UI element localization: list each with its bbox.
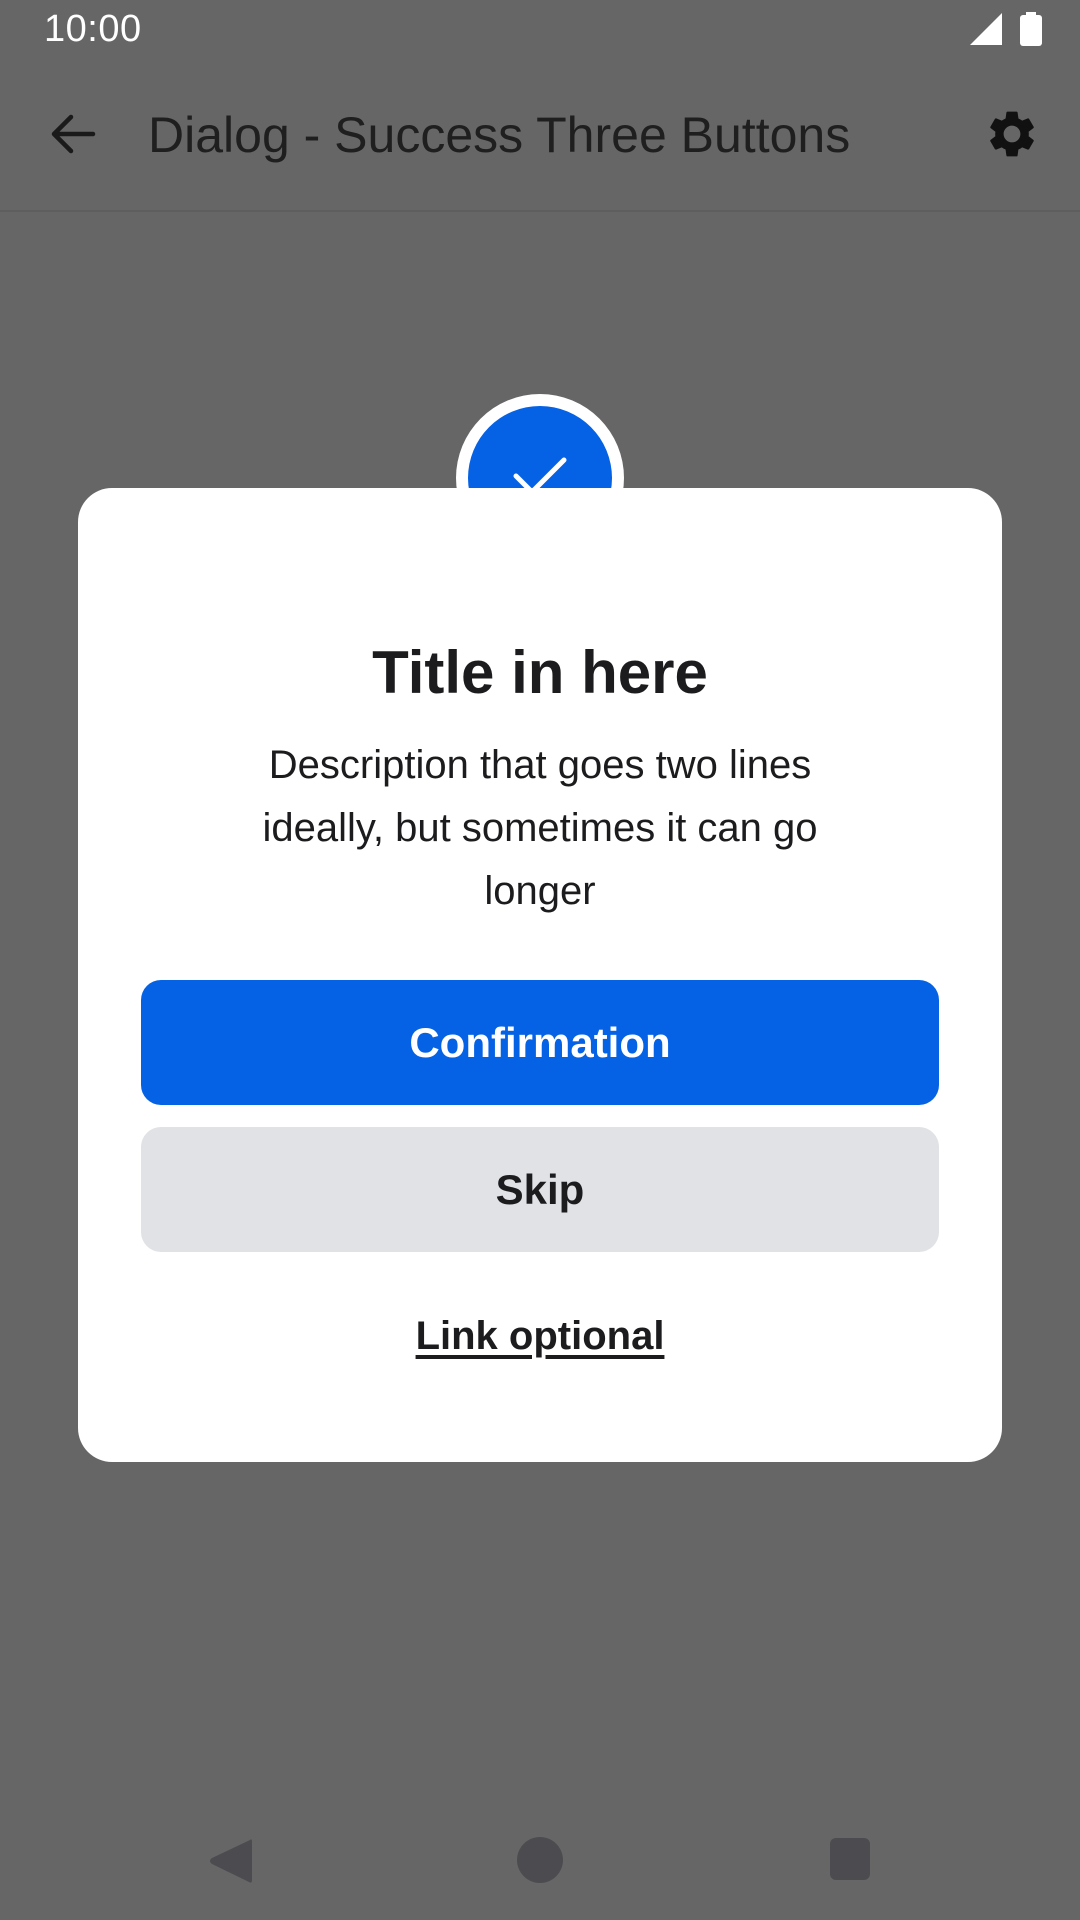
status-time: 10:00 xyxy=(44,8,142,50)
system-nav-bar xyxy=(0,1806,1080,1920)
confirmation-button[interactable]: Confirmation xyxy=(141,980,939,1105)
success-dialog: Title in here Description that goes two … xyxy=(78,488,1002,1462)
app-bar: Dialog - Success Three Buttons xyxy=(0,62,1080,212)
status-icons xyxy=(970,11,1042,51)
status-bar: 10:00 xyxy=(0,0,1080,62)
settings-button[interactable] xyxy=(982,106,1042,166)
dialog-description: Description that goes two lines ideally,… xyxy=(262,743,818,913)
cell-signal-icon xyxy=(970,12,1002,50)
dialog-title: Title in here xyxy=(372,639,708,706)
nav-home-icon[interactable] xyxy=(517,1837,563,1883)
nav-recents-icon[interactable] xyxy=(830,1838,870,1880)
nav-back-icon[interactable] xyxy=(206,1836,254,1886)
page-title: Dialog - Success Three Buttons xyxy=(148,107,851,163)
gear-icon xyxy=(984,106,1040,167)
back-button[interactable] xyxy=(40,108,106,164)
battery-icon xyxy=(1020,11,1042,51)
skip-button[interactable]: Skip xyxy=(141,1127,939,1252)
optional-link[interactable]: Link optional xyxy=(78,1314,1002,1359)
arrow-back-icon xyxy=(49,110,97,163)
